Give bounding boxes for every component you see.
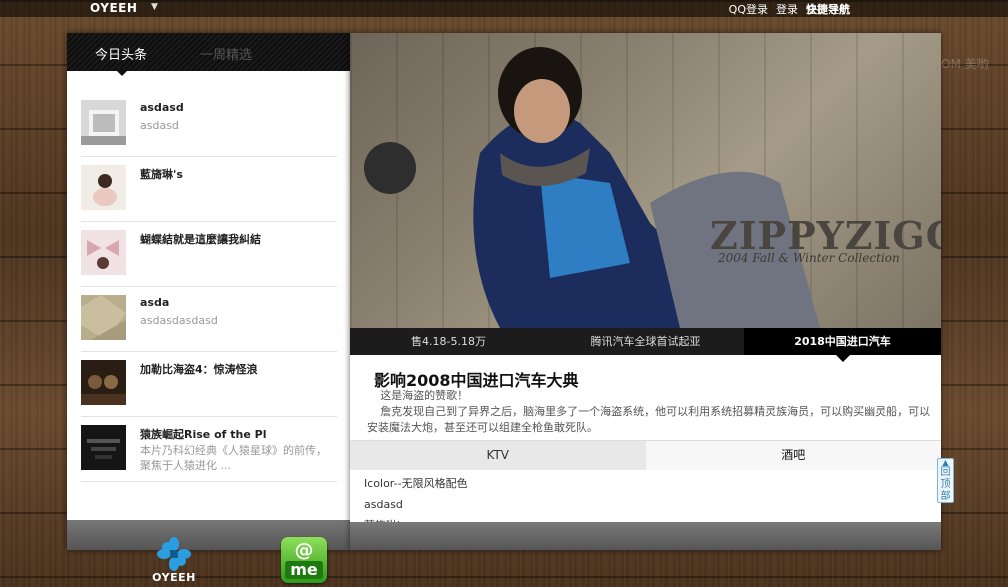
headline-panel: 今日头条 一周精选 asdasd asdasd 藍旖琳's 蝴蝶結就是這麼讓我糾… xyxy=(67,33,350,550)
hero-slide-image[interactable]: ZIPPYZIGGY 2004 Fall & Winter Collection xyxy=(350,33,941,328)
thumbnail-image[interactable] xyxy=(81,230,126,275)
list-item[interactable]: 藍旖琳's xyxy=(81,158,337,222)
at-sign-icon: @ xyxy=(294,539,314,561)
hero-figure xyxy=(364,47,820,328)
thumbnail-image[interactable] xyxy=(81,360,126,405)
article-line: 这是海盗的赞歌！ xyxy=(380,389,469,402)
item-summary: 本片乃科幻经典《人猿星球》的前传，聚焦于人猿进化 ... xyxy=(140,444,327,472)
edge-text: OM 美哟 xyxy=(941,57,989,71)
tab-today-headlines[interactable]: 今日头条 xyxy=(95,44,147,63)
item-title[interactable]: asda xyxy=(140,296,335,309)
flower-icon xyxy=(157,537,191,571)
login-link[interactable]: 登录 xyxy=(776,1,798,17)
item-summary: asdasd xyxy=(140,119,179,132)
thumbnail-image[interactable] xyxy=(81,295,126,340)
top-bar: OYEEH ▼ QQ登录 登录 立即注册 快捷导航 xyxy=(0,0,1008,17)
list-item[interactable]: 加勒比海盗4：惊涛怪浪 xyxy=(81,353,337,417)
item-summary: asdasdasdasd xyxy=(140,314,218,327)
me-app-icon[interactable]: @ me xyxy=(281,537,327,583)
thumbnail-image[interactable] xyxy=(81,100,126,145)
quick-nav-link[interactable]: 快捷导航 xyxy=(806,1,850,17)
slide-captions: 售4.18-5.18万 腾讯汽车全球首试起亚 2018中国进口汽车 xyxy=(350,328,941,355)
item-title[interactable]: asdasd xyxy=(140,101,335,114)
tab-bar[interactable]: 酒吧 xyxy=(645,441,941,470)
oyeeh-logo-text: OYEEH xyxy=(152,571,196,584)
slide-caption-3[interactable]: 2018中国进口汽车 xyxy=(744,328,941,355)
tab-indicator xyxy=(115,69,129,76)
item-title[interactable]: 猿族崛起Rise of the Pl xyxy=(140,426,335,442)
me-label: me xyxy=(285,561,323,579)
caption-indicator xyxy=(836,355,850,362)
thumbnail-image[interactable] xyxy=(81,425,126,470)
panel-footer xyxy=(350,522,941,550)
oyeeh-logo[interactable]: OYEEH xyxy=(148,537,200,584)
brand-name[interactable]: OYEEH xyxy=(90,1,137,15)
list-item[interactable]: 蝴蝶結就是這麼讓我糾結 xyxy=(81,223,337,287)
list-item[interactable]: 猿族崛起Rise of the Pl 本片乃科幻经典《人猿星球》的前传，聚焦于人… xyxy=(81,418,337,482)
tab-ktv[interactable]: KTV xyxy=(350,441,646,470)
list-item[interactable]: asda asdasdasdasd xyxy=(81,288,337,352)
qq-login-link[interactable]: QQ登录 xyxy=(729,1,768,17)
panel-tabs: 今日头条 一周精选 xyxy=(67,33,350,76)
back-to-top-button[interactable]: ▲ 回顶部 xyxy=(937,458,954,503)
category-tabs: KTV 酒吧 xyxy=(350,440,941,470)
list-item[interactable]: asdasd asdasd xyxy=(81,93,337,157)
slide-caption-2[interactable]: 腾讯汽车全球首试起亚 xyxy=(547,328,744,355)
hero-brand-subtitle: 2004 Fall & Winter Collection xyxy=(718,251,900,265)
back-to-top-label: 回顶部 xyxy=(940,467,951,502)
item-title[interactable]: 藍旖琳's xyxy=(140,166,335,182)
chevron-down-icon[interactable]: ▼ xyxy=(151,2,158,12)
category-link[interactable]: Icolor--无限风格配色 xyxy=(364,473,468,494)
item-title[interactable]: 蝴蝶結就是這麼讓我糾結 xyxy=(140,231,335,247)
feature-panel: ZIPPYZIGGY 2004 Fall & Winter Collection… xyxy=(350,33,941,550)
slide-caption-1[interactable]: 售4.18-5.18万 xyxy=(350,328,547,355)
category-link[interactable]: asdasd xyxy=(364,494,468,515)
item-title[interactable]: 加勒比海盗4：惊涛怪浪 xyxy=(140,361,335,377)
arrow-up-icon: ▲ xyxy=(942,458,949,467)
article-body: 这是海盗的赞歌！ 詹克发现自己到了异界之后，脑海里多了一个海盗系统，他可以利用系… xyxy=(367,388,937,436)
tab-weekly-picks[interactable]: 一周精选 xyxy=(200,44,252,63)
article-line: 詹克发现自己到了异界之后，脑海里多了一个海盗系统，他可以利用系统招募精灵族海员，… xyxy=(367,405,931,434)
headline-list: asdasd asdasd 藍旖琳's 蝴蝶結就是這麼讓我糾結 asda asd… xyxy=(81,93,337,483)
thumbnail-image[interactable] xyxy=(81,165,126,210)
